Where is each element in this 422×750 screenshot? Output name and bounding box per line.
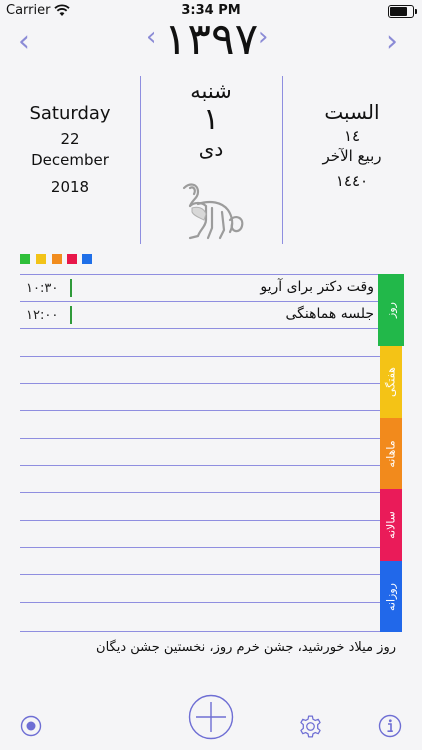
swatch-green[interactable]	[20, 254, 30, 264]
capricorn-icon	[182, 183, 244, 240]
gear-icon[interactable]	[298, 714, 323, 739]
tab-day[interactable]: روز	[378, 274, 404, 346]
event-title: جلسه هماهنگی	[285, 306, 374, 322]
event-row[interactable]: ۱۰:۳۰ وقت دکتر برای آریو	[20, 275, 380, 302]
gregorian-day: 22	[60, 130, 80, 148]
view-tabs: روز هفتگی ماهانه سالانه روزانه	[378, 274, 404, 632]
hijri-date: السبت ١٤ ربيع الآخر ١٤٤٠	[282, 76, 422, 246]
rule-line	[20, 547, 380, 548]
rule-line	[20, 602, 380, 603]
battery-icon	[388, 5, 417, 18]
rule-line	[20, 383, 380, 384]
hijri-year: ١٤٤٠	[335, 172, 369, 190]
gregorian-year: 2018	[50, 178, 90, 196]
rule-line	[20, 356, 380, 357]
tab-daily[interactable]: روزانه	[380, 561, 402, 632]
tab-label: سالانه	[384, 511, 398, 539]
tab-monthly[interactable]: ماهانه	[380, 418, 402, 489]
add-icon[interactable]	[188, 694, 234, 740]
occasion-text: روز میلاد خورشید، جشن خرم روز، نخستین جش…	[96, 640, 396, 655]
hijri-weekday: السبت	[324, 100, 380, 124]
tab-label: روزانه	[384, 582, 398, 611]
swatch-orange[interactable]	[52, 254, 62, 264]
rule-line	[20, 410, 380, 411]
rule-line	[20, 574, 380, 575]
rule-line	[20, 438, 380, 439]
persian-day: ۱	[202, 102, 220, 137]
event-title: وقت دکتر برای آریو	[260, 279, 374, 295]
swatch-blue[interactable]	[82, 254, 92, 264]
swatch-yellow[interactable]	[36, 254, 46, 264]
next-day-arrow[interactable]: ›	[386, 27, 398, 57]
event-color-bar	[70, 306, 72, 324]
gregorian-weekday: Saturday	[29, 103, 111, 124]
agenda-sheet[interactable]: ۱۰:۳۰ وقت دکتر برای آریو ۱۲:۰۰ جلسه هماه…	[20, 274, 380, 632]
event-row[interactable]: ۱۲:۰۰ جلسه هماهنگی	[20, 302, 380, 329]
rule-line	[20, 520, 380, 521]
swatch-red[interactable]	[67, 254, 77, 264]
persian-month: دی	[198, 137, 224, 161]
persian-weekday: شنبه	[190, 79, 232, 103]
rule-line	[20, 465, 380, 466]
hijri-month: ربيع الآخر	[322, 147, 382, 165]
event-color-bar	[70, 279, 72, 297]
tab-weekly[interactable]: هفتگی	[380, 346, 402, 418]
gregorian-month: December	[31, 151, 109, 169]
today-icon[interactable]	[20, 715, 42, 737]
info-icon[interactable]	[378, 714, 402, 738]
next-year-arrow[interactable]: ›	[258, 22, 268, 52]
event-time: ۱۲:۰۰	[26, 308, 59, 323]
prev-day-arrow[interactable]: ‹	[18, 27, 30, 57]
tab-label: هفتگی	[384, 367, 398, 397]
gregorian-date: Saturday 22 December 2018	[0, 76, 140, 246]
hijri-day: ١٤	[343, 127, 361, 145]
rule-line	[20, 492, 380, 493]
event-time: ۱۰:۳۰	[26, 281, 59, 296]
year-title: ۱۳۹۷	[163, 14, 259, 65]
tab-yearly[interactable]: سالانه	[380, 489, 402, 561]
tab-label: ماهانه	[384, 439, 398, 468]
rule-line	[20, 631, 380, 632]
tab-label: روز	[384, 302, 398, 318]
